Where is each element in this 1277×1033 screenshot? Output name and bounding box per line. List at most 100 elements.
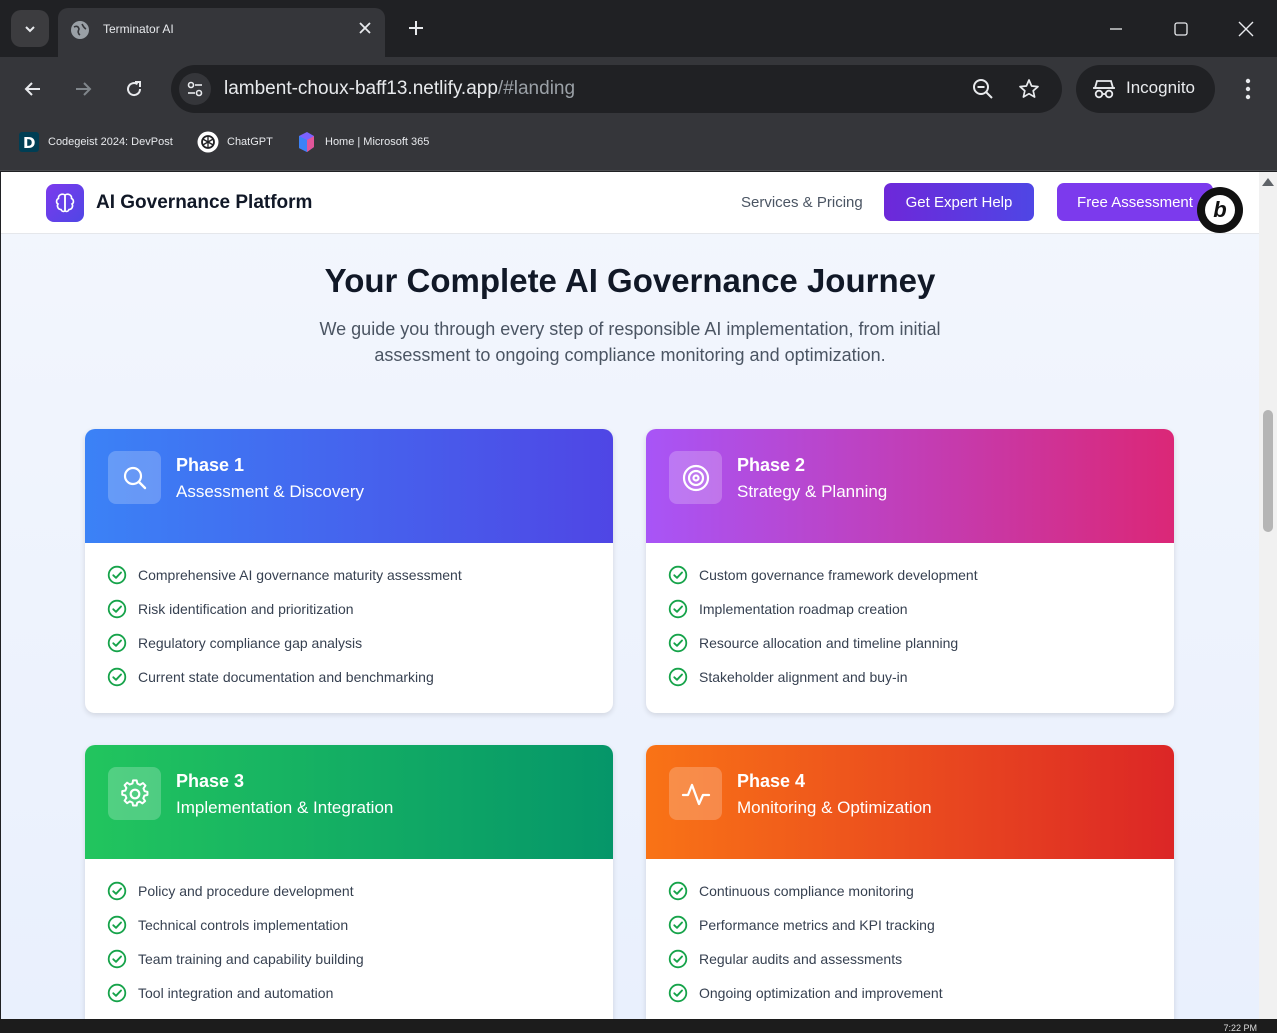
page-scrollbar[interactable]: [1259, 172, 1277, 1019]
zoom-button[interactable]: [971, 77, 995, 101]
check-circle-icon: [668, 915, 688, 935]
list-item-text: Risk identification and prioritization: [138, 601, 354, 617]
list-item-text: Tool integration and automation: [138, 985, 334, 1001]
check-circle-icon: [107, 915, 127, 935]
phase-item-list: Comprehensive AI governance maturity ass…: [107, 565, 462, 701]
bookmark-chatgpt[interactable]: ChatGPT: [197, 131, 273, 153]
list-item: Current state documentation and benchmar…: [107, 667, 462, 701]
bookmark-star-button[interactable]: [1017, 77, 1041, 101]
list-item: Policy and procedure development: [107, 881, 364, 915]
check-circle-icon: [107, 565, 127, 585]
minimize-button[interactable]: [1101, 14, 1131, 44]
chevron-down-icon: [25, 25, 35, 32]
site-info-button[interactable]: [179, 73, 211, 105]
gear-icon: [108, 767, 161, 820]
taskbar-clock: 7:22 PM: [1223, 1023, 1257, 1033]
phase-card-2: Phase 2 Strategy & Planning Custom gover…: [646, 429, 1174, 713]
list-item: Team training and capability building: [107, 949, 364, 983]
reload-icon: [127, 81, 142, 97]
list-item-text: Technical controls implementation: [138, 917, 349, 933]
brand-name[interactable]: AI Governance Platform: [96, 192, 312, 214]
reload-button[interactable]: [118, 73, 150, 105]
list-item-text: Stakeholder alignment and buy-in: [699, 669, 908, 685]
phase-number: Phase 2: [737, 455, 806, 475]
maximize-button[interactable]: [1166, 14, 1196, 44]
list-item: Comprehensive AI governance maturity ass…: [107, 565, 462, 599]
list-item-text: Ongoing optimization and improvement: [699, 985, 943, 1001]
url-text: lambent-choux-baff13.netlify.app/#landin…: [224, 78, 575, 100]
tab-close-button[interactable]: [355, 18, 375, 38]
new-tab-button[interactable]: [402, 14, 430, 42]
check-circle-icon: [107, 599, 127, 619]
phase-number: Phase 4: [737, 771, 806, 791]
phase-card-4: Phase 4 Monitoring & Optimization Contin…: [646, 745, 1174, 1019]
check-circle-icon: [107, 667, 127, 687]
list-item-text: Resource allocation and timeline plannin…: [699, 635, 959, 651]
arrow-left-icon: [24, 82, 40, 96]
tab-title: Terminator AI: [103, 22, 174, 36]
bolt-b-icon: b: [1205, 195, 1235, 225]
free-assessment-button[interactable]: Free Assessment: [1057, 183, 1213, 221]
list-item-text: Current state documentation and benchmar…: [138, 669, 434, 685]
bookmark-microsoft365[interactable]: Home | Microsoft 365: [295, 131, 429, 153]
microsoft365-icon: [295, 131, 317, 153]
list-item: Regular audits and assessments: [668, 949, 943, 983]
site-header: AI Governance Platform Services & Pricin…: [1, 172, 1259, 234]
bookmark-label: ChatGPT: [227, 136, 273, 148]
list-item-text: Continuous compliance monitoring: [699, 883, 914, 899]
check-circle-icon: [668, 565, 688, 585]
phase-name: Monitoring & Optimization: [737, 798, 932, 817]
section-subtitle: We guide you through every step of respo…: [319, 319, 941, 365]
list-item: Ongoing optimization and improvement: [668, 983, 943, 1017]
brain-logo-icon[interactable]: [46, 184, 84, 222]
list-item: Performance metrics and KPI tracking: [668, 915, 943, 949]
zoom-out-icon: [973, 79, 993, 99]
window-close-button[interactable]: [1231, 14, 1261, 44]
phase-item-list: Continuous compliance monitoring Perform…: [668, 881, 943, 1017]
tab-active[interactable]: Terminator AI: [58, 8, 385, 57]
star-icon: [1019, 79, 1039, 98]
get-expert-help-button[interactable]: Get Expert Help: [884, 183, 1034, 221]
url-host: lambent-choux-baff13.netlify.app: [224, 78, 498, 99]
phase-name: Implementation & Integration: [176, 798, 394, 817]
phase-number: Phase 3: [176, 771, 245, 791]
phase-card-header: Phase 4 Monitoring & Optimization: [646, 745, 1174, 859]
check-circle-icon: [107, 633, 127, 653]
forward-button[interactable]: [67, 73, 99, 105]
check-circle-icon: [107, 881, 127, 901]
check-circle-icon: [107, 949, 127, 969]
devpost-icon: D: [18, 131, 40, 153]
globe-icon: [71, 21, 89, 39]
bookmark-devpost[interactable]: D Codegeist 2024: DevPost: [18, 131, 173, 153]
page-viewport: AI Governance Platform Services & Pricin…: [1, 172, 1259, 1019]
activity-icon: [669, 767, 722, 820]
incognito-label: Incognito: [1126, 78, 1195, 97]
svg-text:D: D: [23, 134, 35, 152]
bolt-badge[interactable]: b: [1197, 187, 1243, 233]
list-item: Continuous compliance monitoring: [668, 881, 943, 915]
list-item-text: Custom governance framework development: [699, 567, 978, 583]
phase-card-header: Phase 1 Assessment & Discovery: [85, 429, 613, 543]
tab-search-button[interactable]: [11, 10, 49, 47]
back-button[interactable]: [17, 73, 49, 105]
incognito-indicator[interactable]: Incognito: [1076, 65, 1215, 113]
phase-item-list: Policy and procedure development Technic…: [107, 881, 364, 1017]
check-circle-icon: [668, 599, 688, 619]
list-item: Custom governance framework development: [668, 565, 978, 599]
scroll-up-arrow-icon[interactable]: [1262, 178, 1274, 186]
check-circle-icon: [668, 881, 688, 901]
bookmarks-bar: D Codegeist 2024: DevPost ChatGPT Home |…: [0, 121, 1277, 171]
plus-icon: [409, 21, 423, 35]
scroll-thumb[interactable]: [1263, 410, 1273, 532]
list-item-text: Team training and capability building: [138, 951, 364, 967]
section-title: Your Complete AI Governance Journey: [324, 262, 936, 299]
nav-services-pricing[interactable]: Services & Pricing: [741, 194, 863, 211]
phase-card-header: Phase 3 Implementation & Integration: [85, 745, 613, 859]
phase-number: Phase 1: [176, 455, 245, 475]
list-item-text: Policy and procedure development: [138, 883, 354, 899]
incognito-icon: [1093, 80, 1115, 99]
address-bar[interactable]: lambent-choux-baff13.netlify.app/#landin…: [171, 65, 1062, 113]
bookmark-label: Codegeist 2024: DevPost: [48, 136, 173, 148]
browser-menu-button[interactable]: [1234, 75, 1262, 103]
list-item: Regulatory compliance gap analysis: [107, 633, 462, 667]
